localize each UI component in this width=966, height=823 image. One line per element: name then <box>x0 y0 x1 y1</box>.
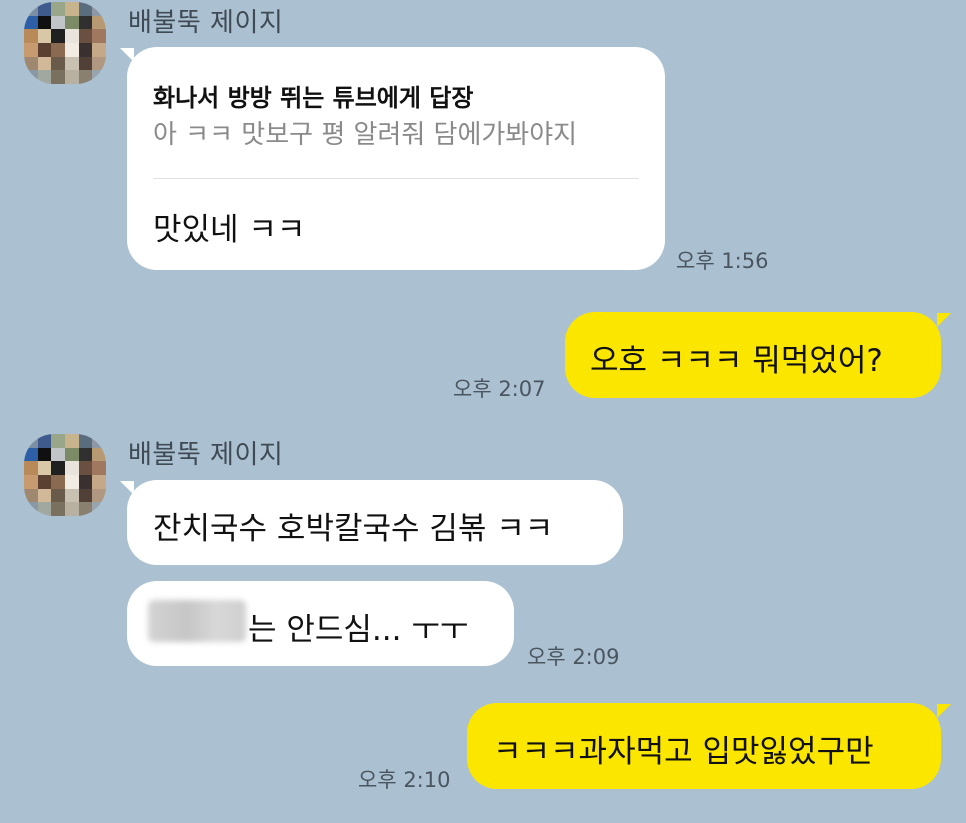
message-time: 오후 2:07 <box>453 377 546 401</box>
message-time: 오후 2:10 <box>358 768 451 792</box>
sender-name: 배불뚝 제이지 <box>128 440 284 470</box>
message-text: 잔치국수 호박칼국수 김볶 ㅋㅋ <box>153 511 554 547</box>
blurred-text <box>148 600 246 642</box>
sender-avatar[interactable] <box>24 2 106 84</box>
message-text: 맛있네 ㅋㅋ <box>153 212 306 248</box>
message-time: 오후 2:09 <box>527 645 620 669</box>
reply-quote: 아 ㅋㅋ 맛보구 평 알려줘 담에가봐야지 <box>153 120 578 150</box>
message-text: 오호 ㅋㅋㅋ 뭐먹었어? <box>590 343 883 379</box>
message-text: 는 안드심... ㅜㅜ <box>248 612 469 648</box>
reply-divider <box>153 178 639 179</box>
message-time: 오후 1:56 <box>676 249 769 273</box>
sender-name: 배불뚝 제이지 <box>128 8 284 38</box>
reply-header: 화나서 방방 뛰는 튜브에게 답장 <box>153 84 474 112</box>
sender-avatar[interactable] <box>24 434 106 516</box>
message-text: ㅋㅋㅋ과자먹고 입맛잃었구만 <box>493 734 874 770</box>
bubble-tail <box>937 704 951 718</box>
bubble-tail <box>937 313 951 327</box>
